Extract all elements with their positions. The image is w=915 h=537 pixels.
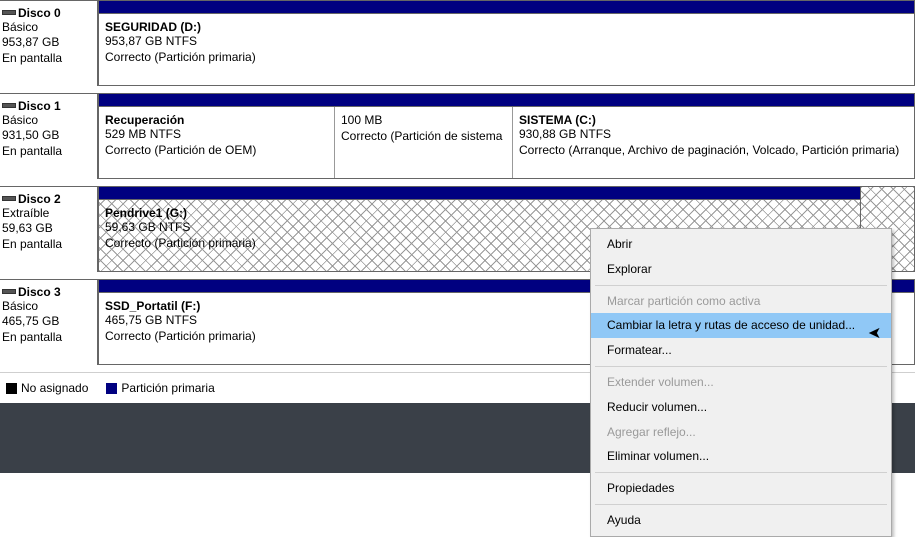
disk-info[interactable]: Disco 0 Básico 953,87 GB En pantalla <box>0 0 98 86</box>
partition-sistema-c[interactable]: SISTEMA (C:) 930,88 GB NTFS Correcto (Ar… <box>513 107 914 178</box>
disk-type: Extraíble <box>2 206 93 222</box>
context-menu: Abrir Explorar Marcar partición como act… <box>590 228 892 537</box>
menu-add-mirror: Agregar reflejo... <box>591 420 891 445</box>
disk-partitions: SEGURIDAD (D:) 953,87 GB NTFS Correcto (… <box>98 0 915 86</box>
partition-system-reserved[interactable]: 100 MB Correcto (Partición de sistema <box>335 107 513 178</box>
partition-title: Recuperación <box>105 113 328 127</box>
disk-status: En pantalla <box>2 330 93 346</box>
disk-type: Básico <box>2 299 93 315</box>
cursor-icon: ➤ <box>868 323 881 343</box>
menu-separator <box>595 285 887 286</box>
partition-status: Correcto (Partición de sistema <box>341 129 506 145</box>
partition-status: Correcto (Arranque, Archivo de paginació… <box>519 143 908 159</box>
disk-info[interactable]: Disco 2 Extraíble 59,63 GB En pantalla <box>0 186 98 272</box>
menu-help[interactable]: Ayuda <box>591 508 891 533</box>
disk-partitions: Recuperación 529 MB NTFS Correcto (Parti… <box>98 93 915 179</box>
disk-size: 953,87 GB <box>2 35 93 51</box>
disk-type: Básico <box>2 20 93 36</box>
menu-separator <box>595 472 887 473</box>
disk-status: En pantalla <box>2 237 93 253</box>
legend-unallocated: No asignado <box>6 381 88 395</box>
menu-extend-volume: Extender volumen... <box>591 370 891 395</box>
menu-mark-active: Marcar partición como activa <box>591 289 891 314</box>
partition-seguridad-d[interactable]: SEGURIDAD (D:) 953,87 GB NTFS Correcto (… <box>99 14 914 85</box>
partition-capacity: 529 MB NTFS <box>105 127 328 143</box>
disk-type: Básico <box>2 113 93 129</box>
legend-swatch-navy <box>106 383 117 394</box>
partition-title: Pendrive1 (G:) <box>105 206 854 220</box>
partition-header-bar <box>98 0 915 14</box>
legend-primary: Partición primaria <box>106 381 214 395</box>
disk-info[interactable]: Disco 1 Básico 931,50 GB En pantalla <box>0 93 98 179</box>
partition-header-bar <box>98 93 915 107</box>
legend-label: No asignado <box>21 381 88 395</box>
disk-size: 931,50 GB <box>2 128 93 144</box>
disk-icon <box>2 196 16 201</box>
legend-swatch-black <box>6 383 17 394</box>
disk-name: Disco 2 <box>18 192 61 206</box>
menu-properties[interactable]: Propiedades <box>591 476 891 501</box>
disk-name: Disco 1 <box>18 99 61 113</box>
partition-title: SISTEMA (C:) <box>519 113 908 127</box>
disk-status: En pantalla <box>2 51 93 67</box>
disk-icon <box>2 289 16 294</box>
disk-name: Disco 3 <box>18 285 61 299</box>
disk-name: Disco 0 <box>18 6 61 20</box>
menu-separator <box>595 366 887 367</box>
partition-capacity: 100 MB <box>341 113 506 129</box>
legend-label: Partición primaria <box>121 381 214 395</box>
disk-info[interactable]: Disco 3 Básico 465,75 GB En pantalla <box>0 279 98 365</box>
menu-separator <box>595 504 887 505</box>
partition-capacity: 930,88 GB NTFS <box>519 127 908 143</box>
partition-status: Correcto (Partición primaria) <box>105 50 908 66</box>
disk-icon <box>2 10 16 15</box>
disk-size: 465,75 GB <box>2 314 93 330</box>
menu-delete-volume[interactable]: Eliminar volumen... <box>591 444 891 469</box>
partition-header-bar <box>98 186 861 200</box>
partition-title: SEGURIDAD (D:) <box>105 20 908 34</box>
disk-status: En pantalla <box>2 144 93 160</box>
menu-open[interactable]: Abrir <box>591 232 891 257</box>
disk-row-0: Disco 0 Básico 953,87 GB En pantalla SEG… <box>0 0 915 87</box>
disk-size: 59,63 GB <box>2 221 93 237</box>
disk-row-1: Disco 1 Básico 931,50 GB En pantalla Rec… <box>0 93 915 180</box>
partition-recuperacion[interactable]: Recuperación 529 MB NTFS Correcto (Parti… <box>99 107 335 178</box>
menu-change-drive-letter[interactable]: Cambiar la letra y rutas de acceso de un… <box>591 313 891 338</box>
partition-status: Correcto (Partición de OEM) <box>105 143 328 159</box>
partition-capacity: 953,87 GB NTFS <box>105 34 908 50</box>
menu-shrink-volume[interactable]: Reducir volumen... <box>591 395 891 420</box>
menu-explore[interactable]: Explorar <box>591 257 891 282</box>
menu-format[interactable]: Formatear... <box>591 338 891 363</box>
disk-icon <box>2 103 16 108</box>
